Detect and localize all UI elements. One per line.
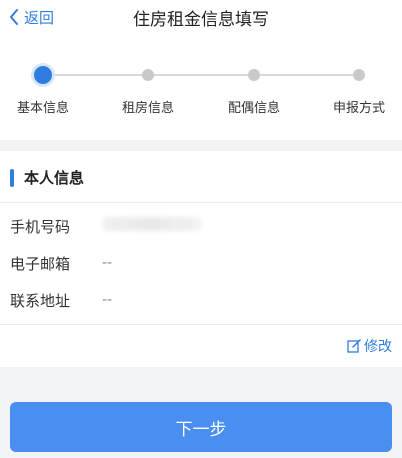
next-step-button[interactable]: 下一步 <box>10 402 392 452</box>
address-row: 联系地址 -- <box>10 288 112 312</box>
step-label-spouse-info: 配偶信息 <box>227 101 280 116</box>
email-value: -- <box>102 255 113 271</box>
address-label: 联系地址 <box>10 291 71 310</box>
email-label: 电子邮箱 <box>10 254 71 273</box>
step-dot-basic-info <box>34 66 52 84</box>
step-label-basic-info: 基本信息 <box>16 101 69 116</box>
step-dot-rental-info <box>142 69 154 81</box>
phone-label: 手机号码 <box>10 217 71 236</box>
phone-value <box>102 217 202 235</box>
email-row: 电子邮箱 -- <box>10 251 112 275</box>
progress-stepper: 基本信息 租房信息 配偶信息 申报方式 <box>0 36 402 140</box>
edit-icon <box>347 339 361 353</box>
edit-label: 修改 <box>364 339 392 355</box>
section-accent-bar <box>10 169 14 187</box>
step-label-declare-method: 申报方式 <box>332 101 385 116</box>
phone-row: 手机号码 <box>10 214 202 238</box>
stepper-line <box>43 74 359 76</box>
section-title: 本人信息 <box>24 169 85 187</box>
section-header: 本人信息 <box>0 151 402 203</box>
step-label-rental-info: 租房信息 <box>121 101 174 116</box>
step-dot-spouse-info <box>248 69 260 81</box>
redacted-phone <box>102 217 202 231</box>
top-nav-bar: 返回 住房租金信息填写 <box>0 0 402 36</box>
page-title: 住房租金信息填写 <box>133 10 269 30</box>
address-value: -- <box>102 292 113 308</box>
personal-info-card: 本人信息 手机号码 电子邮箱 -- 联系地址 -- 修改 <box>0 151 402 367</box>
step-dot-declare-method <box>353 69 365 81</box>
card-divider <box>0 324 402 325</box>
edit-button[interactable]: 修改 <box>347 336 392 356</box>
